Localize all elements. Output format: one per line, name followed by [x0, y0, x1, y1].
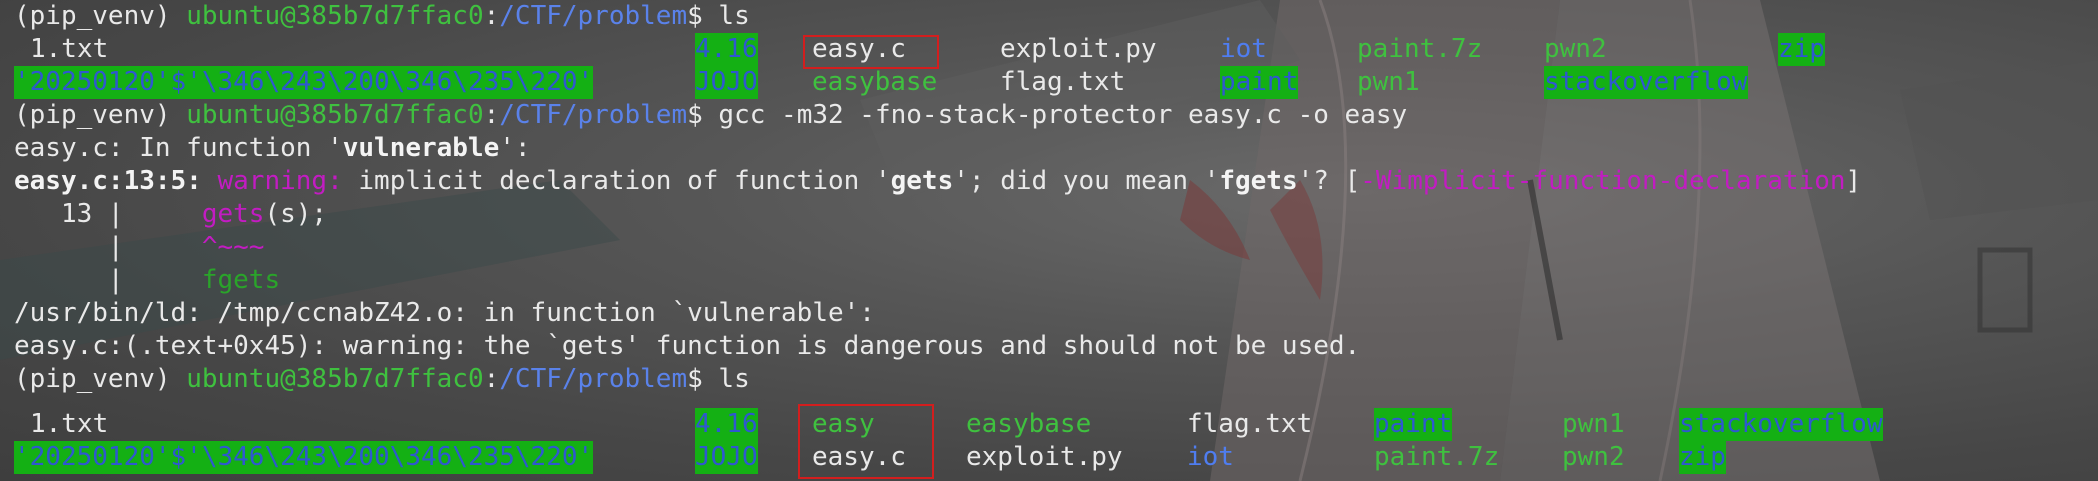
annotation-box-easy-files	[798, 404, 934, 479]
msg-text: implicit declaration of function '	[358, 166, 891, 196]
venv-label: (pip_venv)	[14, 1, 187, 31]
msg-text: ':	[499, 133, 531, 163]
dir-4-16: 4.16	[695, 408, 758, 441]
prompt-symbol: $	[687, 1, 719, 31]
prompt-colon: :	[483, 1, 500, 31]
file-exploit-py: exploit.py	[966, 442, 1123, 472]
gcc-msg-in-function: easy.c: In function 'vulnerable':	[14, 132, 531, 165]
prompt-colon: :	[483, 364, 500, 394]
dir-iot: iot	[1187, 442, 1234, 472]
file-exploit-py: exploit.py	[1000, 34, 1157, 64]
line-gutter: |	[14, 265, 202, 295]
file-easybase: easybase	[812, 67, 938, 97]
dir-zip: zip	[1679, 441, 1726, 474]
cwd-path: /CTF/problem	[499, 100, 688, 130]
prompt-line-1: (pip_venv) ubuntu@385b7d7ffac0:/CTF/prob…	[14, 0, 750, 33]
file-flag-txt: flag.txt	[1000, 67, 1126, 97]
function-name: vulnerable	[342, 133, 500, 163]
cwd-path: /CTF/problem	[499, 364, 688, 394]
prompt-symbol: $	[687, 100, 719, 130]
user-host: ubuntu@385b7d7ffac0	[186, 364, 484, 394]
warning-flag: -Wimplicit-function-declaration	[1360, 166, 1846, 196]
user-host: ubuntu@385b7d7ffac0	[186, 1, 484, 31]
dir-jojo: JOJO	[695, 66, 758, 99]
dir-stackoverflow: stackoverflow	[1544, 66, 1748, 99]
file-flag-txt: flag.txt	[1187, 409, 1313, 439]
file-paint-7z: paint.7z	[1374, 442, 1500, 472]
prompt-line-2: (pip_venv) ubuntu@385b7d7ffac0:/CTF/prob…	[14, 99, 1407, 132]
prompt-colon: :	[483, 100, 500, 130]
gcc-fixit-line: | fgets	[14, 264, 280, 297]
line-gutter: |	[14, 232, 202, 262]
function-name: gets	[890, 166, 954, 196]
file-pwn1: pwn1	[1562, 409, 1625, 439]
file-pwn2: pwn2	[1562, 442, 1625, 472]
gcc-source-line: 13 | gets(s);	[14, 198, 327, 231]
msg-text: '; did you mean '	[953, 166, 1220, 196]
terminal-window[interactable]: { "terminal": { "env": "(pip_venv) ", "u…	[0, 0, 2098, 481]
file-1-txt: 1.txt	[30, 34, 109, 64]
file-paint-7z: paint.7z	[1357, 34, 1483, 64]
dir-iot: iot	[1220, 34, 1267, 64]
dir-20250120: '20250120'$'\346\243\200\346\235\220'	[14, 66, 594, 99]
msg-text: '? [	[1297, 166, 1361, 196]
dir-20250120: '20250120'$'\346\243\200\346\235\220'	[14, 441, 594, 474]
gcc-caret-line: | ^~~~	[14, 231, 265, 264]
ld-msg-warning: easy.c:(.text+0x45): warning: the `gets'…	[14, 331, 1361, 361]
dir-zip: zip	[1778, 33, 1825, 66]
msg-text: easy.c: In function '	[14, 133, 343, 163]
gcc-msg-warning: easy.c:13:5: warning: implicit declarati…	[14, 165, 1861, 198]
file-pwn2: pwn2	[1544, 34, 1607, 64]
dir-stackoverflow: stackoverflow	[1679, 408, 1883, 441]
dir-4-16: 4.16	[695, 33, 758, 66]
warning-label: warning:	[217, 166, 359, 196]
command-ls: ls	[718, 1, 750, 31]
source-call: gets	[201, 199, 265, 229]
file-pwn1: pwn1	[1357, 67, 1420, 97]
warning-location: easy.c:13:5:	[14, 166, 218, 196]
venv-label: (pip_venv)	[14, 100, 187, 130]
user-host: ubuntu@385b7d7ffac0	[186, 100, 484, 130]
file-easybase: easybase	[966, 409, 1092, 439]
dir-jojo: JOJO	[695, 441, 758, 474]
dir-paint: paint	[1220, 66, 1299, 99]
cwd-path: /CTF/problem	[499, 1, 688, 31]
venv-label: (pip_venv)	[14, 364, 187, 394]
suggestion-name: fgets	[1219, 166, 1298, 196]
prompt-symbol: $	[687, 364, 719, 394]
caret-marker: ^~~~	[201, 232, 265, 262]
ld-msg-in-function: /usr/bin/ld: /tmp/ccnabZ42.o: in functio…	[14, 298, 875, 328]
line-gutter: 13 |	[14, 199, 202, 229]
annotation-box-easy-c	[803, 35, 939, 69]
command-ls: ls	[718, 364, 750, 394]
msg-text: ]	[1845, 166, 1862, 196]
command-gcc: gcc -m32 -fno-stack-protector easy.c -o …	[718, 100, 1408, 130]
prompt-line-3: (pip_venv) ubuntu@385b7d7ffac0:/CTF/prob…	[14, 363, 750, 396]
dir-paint: paint	[1374, 408, 1453, 441]
file-1-txt: 1.txt	[30, 409, 109, 439]
source-text: (s);	[264, 199, 328, 229]
fixit-suggestion: fgets	[201, 265, 281, 295]
